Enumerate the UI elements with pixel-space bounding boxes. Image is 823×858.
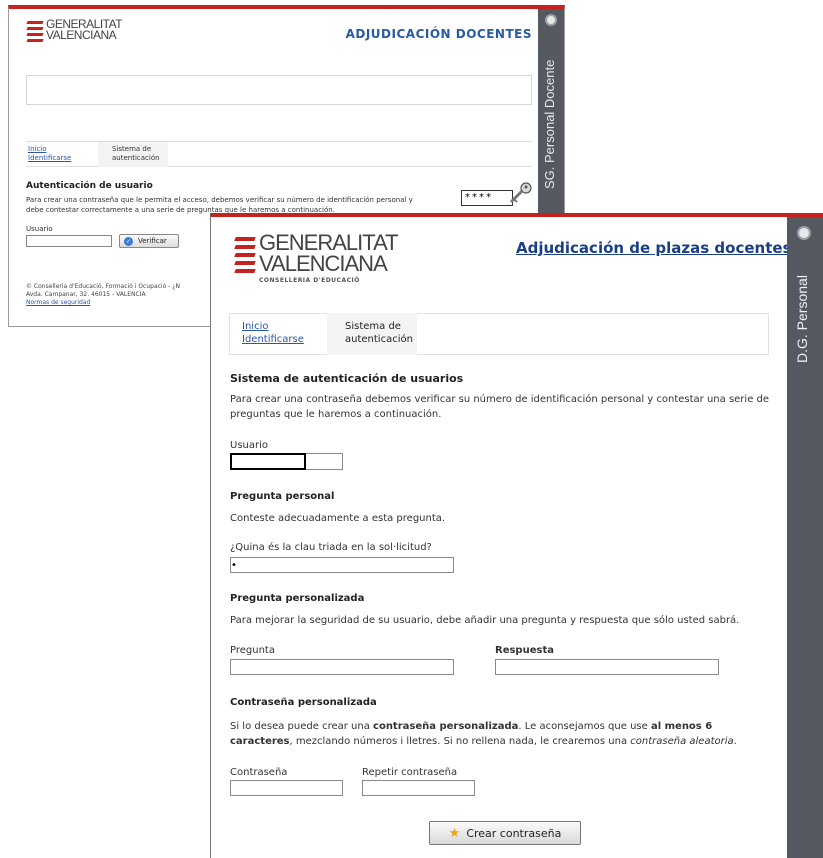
- header-box: [26, 75, 532, 105]
- intro-text: Para crear una contraseña debemos verifi…: [230, 394, 770, 420]
- breadcrumb-current-line2: autenticación: [345, 334, 413, 345]
- logo-text-line2: VALENCIANA: [46, 28, 117, 43]
- front-logo: GENERALITAT VALENCIANA CONSELLERIA D'EDU…: [231, 232, 399, 285]
- sidebar-toggle-icon[interactable]: [545, 14, 557, 26]
- repeat-password-input[interactable]: [362, 780, 475, 796]
- security-rules-link[interactable]: Normas de seguridad: [26, 299, 90, 306]
- footer: © Conselleria d'Educació, Formació i Ocu…: [26, 283, 180, 307]
- breadcrumb-current: Sistema de autenticación: [327, 313, 417, 355]
- custom-question-instruction: Para mejorar la seguridad de su usuario,…: [230, 615, 740, 626]
- sidebar-title: SG. Personal Docente: [542, 59, 557, 189]
- logo-text-line2: VALENCIANA: [259, 250, 388, 276]
- footer-line2: Avda. Campanar, 32. 46015 - VALENCIA: [26, 291, 146, 298]
- section-heading: Autenticación de usuario: [26, 181, 153, 191]
- verify-button[interactable]: ✓ Verificar: [119, 234, 179, 248]
- generalitat-logo-icon: [24, 19, 46, 49]
- user-label: Usuario: [230, 440, 269, 451]
- password-key-illustration: ****: [461, 180, 536, 216]
- sidebar-toggle-icon[interactable]: [797, 226, 811, 240]
- repeat-password-label: Repetir contraseña: [362, 767, 458, 778]
- verify-button-label: Verificar: [138, 237, 167, 245]
- user-label: Usuario: [26, 225, 53, 233]
- text-a: Si lo desea puede crear una: [230, 721, 374, 732]
- breadcrumb-current: Sistema de autenticación: [98, 142, 168, 167]
- breadcrumb-link-inicio[interactable]: Inicio: [28, 145, 102, 154]
- custom-question-input[interactable]: [230, 659, 454, 675]
- front-window: GENERALITAT VALENCIANA CONSELLERIA D'EDU…: [210, 213, 823, 858]
- question-label: Pregunta: [230, 645, 275, 656]
- star-icon: ★: [448, 825, 461, 841]
- text-b: contraseña personalizada: [373, 721, 519, 732]
- generalitat-logo-icon: [231, 233, 259, 285]
- breadcrumb-current-line2: autenticación: [112, 154, 160, 162]
- user-input-redacted: [230, 453, 306, 470]
- password-input[interactable]: [230, 780, 343, 796]
- key-icon: [509, 182, 532, 204]
- breadcrumb-current-line1: Sistema de: [345, 321, 401, 332]
- breadcrumb-current-line1: Sistema de: [112, 145, 152, 153]
- breadcrumb-link-identificarse[interactable]: Identificarse: [242, 333, 304, 346]
- sidebar-title: D.G. Personal: [794, 275, 810, 363]
- breadcrumb: Inicio Identificarse Sistema de autentic…: [26, 141, 532, 167]
- back-logo: GENERALITAT VALENCIANA: [24, 18, 123, 49]
- footer-line1: © Conselleria d'Educació, Formació i Ocu…: [26, 283, 180, 290]
- section-heading: Sistema de autenticación de usuarios: [230, 372, 464, 385]
- front-sidebar: D.G. Personal: [787, 217, 823, 858]
- breadcrumb: Inicio Identificarse Sistema de autentic…: [229, 313, 769, 355]
- personal-answer-input[interactable]: [230, 557, 454, 573]
- app-title[interactable]: Adjudicación de plazas docentes: [516, 239, 792, 257]
- custom-answer-input[interactable]: [495, 659, 719, 675]
- user-input[interactable]: [26, 235, 112, 247]
- personal-question-label: ¿Quina és la clau triada en la sol·licit…: [230, 542, 432, 553]
- custom-question-heading: Pregunta personalizada: [230, 593, 365, 604]
- password-mask: ****: [461, 190, 513, 206]
- create-password-label: Crear contraseña: [466, 826, 562, 840]
- personal-question-heading: Pregunta personal: [230, 491, 335, 502]
- create-password-button[interactable]: ★ Crear contraseña: [429, 821, 581, 845]
- custom-password-heading: Contraseña personalizada: [230, 697, 377, 708]
- breadcrumb-link-inicio[interactable]: Inicio: [242, 320, 304, 333]
- breadcrumb-link-identificarse[interactable]: Identificarse: [28, 154, 102, 163]
- text-g: .: [733, 736, 737, 747]
- text-f: contraseña aleatoria: [630, 736, 734, 747]
- password-label: Contraseña: [230, 767, 288, 778]
- text-e: , mezclando números i lletres. Si no rel…: [289, 736, 631, 747]
- text-c: . Le aconsejamos que use: [518, 721, 651, 732]
- personal-question-instruction: Conteste adecuadamente a esta pregunta.: [230, 513, 446, 524]
- logo-subtitle: CONSELLERIA D'EDUCACIÓ: [259, 276, 360, 284]
- intro-text: Para crear una contraseña que le permita…: [26, 196, 413, 214]
- custom-password-text: Si lo desea puede crear una contraseña p…: [230, 719, 775, 749]
- user-input[interactable]: [230, 453, 343, 470]
- check-icon: ✓: [124, 236, 133, 246]
- answer-label: Respuesta: [495, 645, 554, 656]
- app-title: ADJUDICACIÓN DOCENTES: [345, 27, 532, 41]
